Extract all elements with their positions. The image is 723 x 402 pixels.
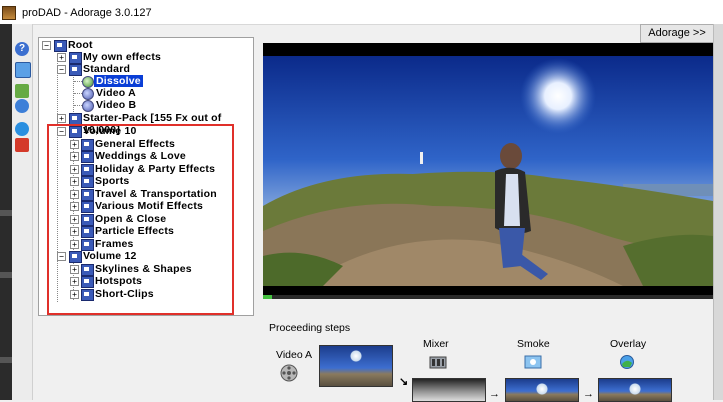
proceeding-steps-panel: Proceeding steps Video A ↘ Mixer → Smoke… — [263, 318, 713, 402]
step-label-smoke: Smoke — [517, 338, 550, 350]
step-thumbnail-smoke[interactable] — [505, 378, 579, 402]
effect-icon — [82, 100, 94, 112]
app-icon — [2, 6, 16, 20]
smoke-icon — [524, 354, 542, 370]
steps-title: Proceeding steps — [269, 322, 351, 334]
window-title: proDAD - Adorage 3.0.127 — [22, 7, 152, 19]
film-reel-icon — [280, 364, 298, 382]
effect-icon — [82, 76, 94, 88]
record-icon[interactable] — [15, 122, 29, 136]
tree-node-standard[interactable]: Standard — [83, 63, 130, 75]
step-thumbnail-video-a[interactable] — [319, 345, 393, 387]
expand-toggle[interactable]: + — [57, 114, 66, 123]
title-bar: proDAD - Adorage 3.0.127 — [0, 0, 723, 25]
highlight-box — [47, 124, 234, 315]
folder-icon[interactable] — [15, 138, 29, 152]
tool-column: ? — [12, 24, 33, 400]
window-edge — [713, 24, 723, 400]
video-preview — [263, 43, 713, 299]
step-thumbnail-mixer[interactable] — [412, 378, 486, 402]
folder-icon — [69, 52, 82, 64]
arrow-icon: → — [489, 388, 500, 400]
tree-node-video-a[interactable]: Video A — [96, 87, 136, 99]
monitor-icon[interactable] — [15, 62, 31, 78]
tree-node-video-b[interactable]: Video B — [96, 99, 136, 111]
folder-icon — [54, 40, 67, 52]
effect-icon — [82, 88, 94, 100]
help-icon[interactable]: ? — [15, 42, 29, 56]
progress-fill — [263, 295, 272, 299]
overlay-icon — [618, 354, 636, 370]
adorage-button[interactable]: Adorage >> — [640, 24, 714, 43]
collapse-toggle[interactable]: − — [57, 65, 66, 74]
preview-image — [263, 56, 713, 286]
step-label-video-a: Video A — [276, 349, 313, 361]
tree-node-my-own-effects[interactable]: My own effects — [83, 51, 161, 63]
step-thumbnail-overlay[interactable] — [598, 378, 672, 402]
background-strip — [0, 24, 12, 400]
arrow-icon: ↘ — [399, 376, 409, 388]
collapse-toggle[interactable]: − — [42, 41, 51, 50]
mixer-icon — [429, 354, 447, 370]
tree-node-root[interactable]: Root — [68, 39, 93, 51]
expand-toggle[interactable]: + — [57, 53, 66, 62]
effects-icon[interactable] — [15, 84, 29, 98]
arrow-icon: → — [583, 388, 594, 400]
tree-node-dissolve[interactable]: Dissolve — [94, 75, 143, 87]
globe-icon[interactable] — [15, 99, 29, 113]
folder-icon — [69, 64, 82, 76]
playback-progress-bar[interactable] — [263, 295, 713, 299]
step-label-mixer: Mixer — [423, 338, 449, 350]
step-label-overlay: Overlay — [610, 338, 647, 350]
